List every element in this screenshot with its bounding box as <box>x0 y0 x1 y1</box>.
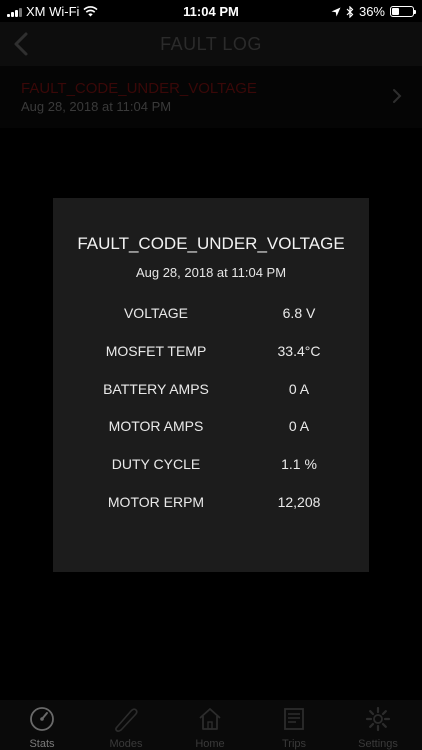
stat-label: MOTOR AMPS <box>108 418 204 435</box>
stat-label: MOSFET TEMP <box>105 342 207 359</box>
stat-label: MOTOR ERPM <box>107 493 205 510</box>
speedometer-icon <box>30 707 54 731</box>
tab-label: Trips <box>281 738 307 750</box>
status-bar: XM Wi-Fi 11:04 PM 36% <box>0 0 422 22</box>
stat-label: DUTY CYCLE <box>111 456 201 473</box>
stat-value: 33.4°C <box>277 342 321 359</box>
stat-row-motor-erpm: MOTOR ERPM 12,208 <box>53 494 369 532</box>
battery-fill <box>392 8 400 15</box>
map-icon <box>284 708 304 730</box>
tab-home[interactable]: Home <box>168 706 252 750</box>
tab-trips[interactable]: Trips <box>252 706 336 750</box>
chevron-right-icon <box>393 89 402 103</box>
stat-value: 1.1 % <box>281 456 317 473</box>
tab-label: Home <box>195 738 225 750</box>
fault-list-item[interactable]: FAULT_CODE_UNDER_VOLTAGE Aug 28, 2018 at… <box>0 66 422 128</box>
fault-stats-list: VOLTAGE 6.8 V MOSFET TEMP 33.4°C BATTERY… <box>53 305 369 532</box>
tab-bar: Stats Modes Home Trips Settings <box>0 700 422 750</box>
stat-row-duty-cycle: DUTY CYCLE 1.1 % <box>53 456 369 494</box>
nav-bar: FAULT LOG <box>0 22 422 66</box>
tab-modes[interactable]: Modes <box>84 706 168 750</box>
stat-value: 0 A <box>288 380 310 397</box>
stat-label: BATTERY AMPS <box>103 380 209 397</box>
bluetooth-icon <box>346 5 354 18</box>
home-icon <box>199 708 221 730</box>
tab-label: Settings <box>358 738 398 750</box>
tab-label: Stats <box>29 738 55 750</box>
stat-value: 6.8 V <box>282 305 316 321</box>
stat-row-mosfet-temp: MOSFET TEMP 33.4°C <box>53 343 369 381</box>
stat-label: VOLTAGE <box>123 305 189 321</box>
fault-code: FAULT_CODE_UNDER_VOLTAGE <box>21 80 257 97</box>
location-arrow-icon <box>331 7 341 16</box>
stat-value: 12,208 <box>277 493 321 510</box>
stat-value: 0 A <box>288 418 310 435</box>
battery-percent: 36% <box>358 4 385 19</box>
battery-icon <box>390 6 416 17</box>
page-title: FAULT LOG <box>160 34 262 54</box>
status-right: 36% <box>331 4 416 19</box>
skateboard-icon <box>115 708 138 732</box>
stat-row-motor-amps: MOTOR AMPS 0 A <box>53 418 369 456</box>
tab-label: Modes <box>109 738 143 750</box>
fault-detail-dialog[interactable]: FAULT_CODE_UNDER_VOLTAGE Aug 28, 2018 at… <box>53 198 369 572</box>
dialog-timestamp: Aug 28, 2018 at 11:04 PM <box>135 265 287 280</box>
tab-settings[interactable]: Settings <box>336 706 420 750</box>
stat-row-battery-amps: BATTERY AMPS 0 A <box>53 381 369 419</box>
gear-icon <box>365 706 391 732</box>
stat-row-voltage: VOLTAGE 6.8 V <box>53 305 369 343</box>
dialog-title: FAULT_CODE_UNDER_VOLTAGE <box>77 234 345 253</box>
tab-stats[interactable]: Stats <box>0 706 84 750</box>
fault-timestamp: Aug 28, 2018 at 11:04 PM <box>21 99 172 114</box>
